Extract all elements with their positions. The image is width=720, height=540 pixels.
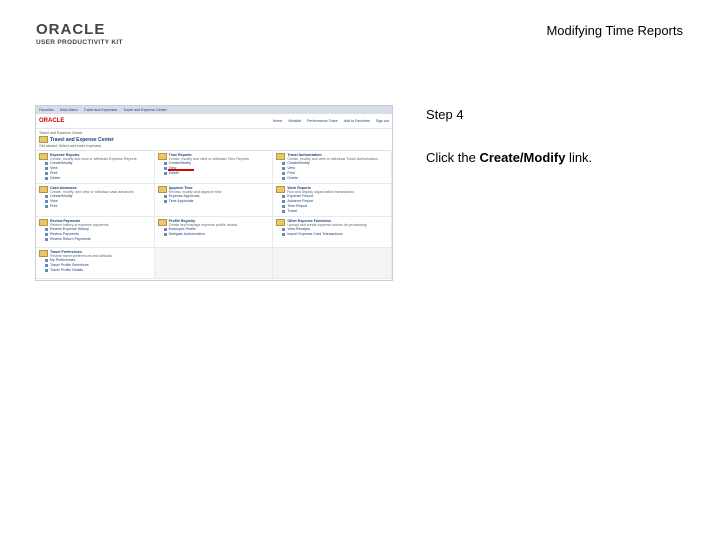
screenshot-oracle-logo: ORACLE xyxy=(39,118,65,124)
empty-cell xyxy=(273,248,392,279)
section-link[interactable]: Time Approvals xyxy=(158,199,270,204)
section-grid: Expense Reports Create, modify and view o… xyxy=(36,150,392,279)
step-label: Step 4 xyxy=(426,107,464,122)
link-bullet-icon xyxy=(163,195,167,198)
section-cell: Work Reports Run and display organization… xyxy=(273,184,392,217)
folder-icon xyxy=(39,153,48,160)
nav-link: Add to Favorites xyxy=(343,119,370,123)
section-link[interactable]: Delete xyxy=(276,176,388,181)
section-link[interactable]: Delegate Authorization xyxy=(158,232,270,237)
create-modify-highlight xyxy=(168,169,194,171)
section-cell: Travel Authorization Create, modify and v… xyxy=(273,151,392,184)
section-link[interactable]: Print xyxy=(39,204,151,209)
screenshot-header: ORACLE Home Worklist Performance Trace A… xyxy=(36,114,392,129)
folder-icon xyxy=(157,153,167,160)
section-link-label: Time Approvals xyxy=(168,199,194,203)
link-bullet-icon xyxy=(45,200,48,203)
screenshot-nav: Home Worklist Performance Trace Add to F… xyxy=(273,119,389,123)
section-link-label: Delete xyxy=(168,171,180,175)
link-bullet-icon xyxy=(282,205,286,208)
folder-icon xyxy=(39,136,48,143)
section-link-label: Print xyxy=(50,204,58,208)
folder-icon xyxy=(157,219,167,226)
section-link-label: Delete xyxy=(50,176,61,180)
folder-icon xyxy=(276,186,286,193)
empty-cell xyxy=(154,248,274,279)
link-bullet-icon xyxy=(45,233,48,236)
link-bullet-icon xyxy=(163,172,167,175)
document-title: Modifying Time Reports xyxy=(546,23,683,38)
link-bullet-icon xyxy=(163,200,167,203)
link-bullet-icon xyxy=(282,233,286,236)
section-cell: Travel Preferences Review travel preferen… xyxy=(36,248,155,279)
link-bullet-icon xyxy=(45,205,48,208)
section-link[interactable]: Import Expense Card Transactions xyxy=(276,232,388,237)
link-bullet-icon xyxy=(45,269,48,272)
link-bullet-icon xyxy=(163,162,167,165)
section-link[interactable]: Delete xyxy=(39,176,151,181)
folder-icon xyxy=(157,186,167,193)
link-bullet-icon xyxy=(45,177,48,180)
nav-link: Performance Trace xyxy=(307,119,338,123)
center-title: Travel and Expense Center xyxy=(50,136,114,143)
section-link-label: Review Return Payments xyxy=(50,237,91,241)
link-bullet-icon xyxy=(282,172,286,175)
section-cell: Review Payments Review history of expense… xyxy=(36,217,155,248)
link-bullet-icon xyxy=(282,200,286,203)
topbar-item: Travel and Expense Center xyxy=(123,108,167,112)
link-bullet-icon xyxy=(45,162,48,165)
link-bullet-icon xyxy=(45,195,48,198)
link-bullet-icon xyxy=(45,238,48,241)
section-link-label: Delete xyxy=(287,176,298,180)
section-link-label: Import Expense Card Transactions xyxy=(287,232,343,236)
instruction-target: Create/Modify xyxy=(479,150,566,165)
folder-icon xyxy=(276,153,286,160)
oracle-upk-logo: ORACLE USER PRODUCTIVITY KIT xyxy=(36,22,126,46)
section-link[interactable]: Travel Profile Details xyxy=(39,268,151,273)
link-bullet-icon xyxy=(45,167,48,170)
upk-wordmark: USER PRODUCTIVITY KIT xyxy=(36,39,123,46)
instruction-text: Click the Create/Modify link. xyxy=(426,150,592,165)
section-cell: Time Reports Create, modify and view or w… xyxy=(154,151,274,184)
link-bullet-icon xyxy=(45,172,48,175)
section-link-label: Travel xyxy=(287,209,298,213)
section-link-label: Delegate Authorization xyxy=(168,232,205,236)
nav-link: Worklist xyxy=(288,119,302,123)
section-cell: Profile Registry Create and manage expens… xyxy=(154,217,274,248)
nav-link: Home xyxy=(272,119,283,123)
link-bullet-icon xyxy=(163,167,167,170)
topbar-item: Travel and Expenses xyxy=(83,108,118,112)
link-bullet-icon xyxy=(163,233,167,236)
link-bullet-icon xyxy=(282,210,286,213)
screenshot-thumbnail: Favorites Main Menu Travel and Expenses … xyxy=(35,105,393,281)
section-cell: Approve Time Review, modify and approve t… xyxy=(154,184,274,217)
topbar-item: Favorites xyxy=(39,108,54,112)
folder-icon xyxy=(39,219,48,226)
link-bullet-icon xyxy=(163,228,167,231)
link-bullet-icon xyxy=(282,167,286,170)
folder-icon xyxy=(39,250,48,257)
section-link[interactable]: Travel xyxy=(276,209,388,214)
oracle-wordmark: ORACLE xyxy=(36,21,106,38)
section-link-label: Travel Profile Details xyxy=(50,268,84,272)
link-bullet-icon xyxy=(282,177,286,180)
nav-link: Sign out xyxy=(375,119,389,123)
link-bullet-icon xyxy=(45,264,48,267)
link-bullet-icon xyxy=(45,259,48,262)
section-link[interactable]: Delete xyxy=(158,171,270,176)
folder-icon xyxy=(276,219,286,226)
section-cell: Cash Advances Create, modify, and view or… xyxy=(36,184,155,217)
instruction-suffix: link. xyxy=(565,150,593,165)
link-bullet-icon xyxy=(282,195,286,198)
section-cell: Other Expense Functions Upload and create… xyxy=(273,217,392,248)
link-bullet-icon xyxy=(45,228,48,231)
section-link[interactable]: Review Return Payments xyxy=(39,237,151,242)
topbar-item: Main Menu xyxy=(59,108,78,112)
folder-icon xyxy=(39,186,48,193)
section-cell: Expense Reports Create, modify and view o… xyxy=(36,151,155,184)
link-bullet-icon xyxy=(282,162,286,165)
link-bullet-icon xyxy=(282,228,286,231)
screenshot-topbar: Favorites Main Menu Travel and Expenses … xyxy=(36,106,392,114)
instruction-prefix: Click the xyxy=(426,150,480,165)
